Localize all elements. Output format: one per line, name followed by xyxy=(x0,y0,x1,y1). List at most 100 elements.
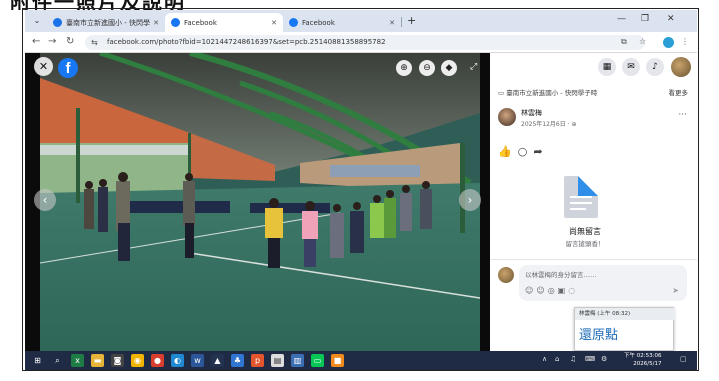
previous-photo-icon[interactable]: ‹ xyxy=(34,189,56,211)
back-icon[interactable]: ← xyxy=(32,36,40,47)
notification-center-icon[interactable]: ▢ xyxy=(680,355,687,363)
popup-message: 還原點 xyxy=(579,328,619,343)
new-tab-button[interactable]: + xyxy=(407,14,416,27)
panel-header: ▦ ✉ ♪ xyxy=(490,53,697,81)
tab-close-icon[interactable]: ✕ xyxy=(271,19,277,27)
facebook-logo-icon[interactable]: f xyxy=(58,58,78,78)
tray-chevron-icon[interactable]: ∧ xyxy=(542,355,547,363)
source-page-row: ▭ 臺南市立新進國小 - 快閃學子時 看更多 xyxy=(498,87,693,97)
minimize-icon[interactable]: — xyxy=(617,14,626,24)
globe-icon xyxy=(53,18,62,27)
camera-app-icon[interactable]: ◙ xyxy=(111,354,124,367)
browser-toolbar: ← → ↻ ⇆ facebook.com/photo?fbid=10214472… xyxy=(25,32,697,53)
restore-icon[interactable]: ❐ xyxy=(641,14,649,24)
drive-icon[interactable]: ▲ xyxy=(211,354,224,367)
clock-time: 下午 02:53:06 xyxy=(624,353,662,359)
gym-photo[interactable] xyxy=(40,53,480,351)
edge-icon[interactable]: ◐ xyxy=(171,354,184,367)
see-more-link[interactable]: 看更多 xyxy=(669,87,689,97)
comment-placeholder: 以林雲梅的身分留言…… xyxy=(525,271,597,279)
desktop-screen: ⌄ 臺南市立新進國小 - 快閃學子時 ✕ Facebook ✕ Facebook… xyxy=(25,10,697,370)
gif-icon[interactable]: ▣ xyxy=(558,286,569,295)
tab-facebook-active[interactable]: Facebook ✕ xyxy=(165,13,283,32)
file-explorer-icon[interactable]: ▬ xyxy=(91,354,104,367)
app-icon[interactable]: ♣ xyxy=(231,354,244,367)
app-orange-icon[interactable]: ■ xyxy=(331,354,344,367)
zoom-out-icon[interactable]: ⊖ xyxy=(419,60,435,76)
word-icon[interactable]: w xyxy=(191,354,204,367)
comment-input[interactable]: 以林雲梅的身分留言…… ☺☺◎▣◌ ➤ xyxy=(519,265,687,301)
next-photo-icon[interactable]: › xyxy=(459,189,481,211)
tab-search-icon[interactable]: ⌄ xyxy=(31,15,43,27)
bookmark-star-icon[interactable]: ☆ xyxy=(639,37,646,46)
tab-label: 臺南市立新進國小 - 快閃學子時 xyxy=(66,18,150,27)
empty-comments-icon xyxy=(564,176,598,218)
tab-label: Facebook xyxy=(302,18,335,27)
tab-school-page[interactable]: 臺南市立新進國小 - 快閃學子時 ✕ xyxy=(47,13,165,32)
share-icon[interactable]: ➦ xyxy=(533,145,548,158)
doc-line xyxy=(570,196,592,198)
photo-viewer: ✕ f ⊕ ⊖ ◆ ⤢ ‹ › xyxy=(25,53,490,351)
tab-close-icon[interactable]: ✕ xyxy=(389,19,395,27)
tag-icon[interactable]: ◆ xyxy=(441,60,457,76)
comment-icon[interactable]: ○ xyxy=(518,145,534,158)
viewer-right-edge xyxy=(480,53,490,351)
author-name[interactable]: 林雲梅 xyxy=(521,108,542,118)
notifications-bell-icon[interactable]: ♪ xyxy=(646,58,664,76)
tab-facebook[interactable]: Facebook ✕ xyxy=(283,13,401,32)
page-icon: ▭ xyxy=(498,89,507,97)
doc-line xyxy=(570,202,592,204)
send-icon[interactable]: ➤ xyxy=(672,286,679,295)
menu-kebab-icon[interactable]: ⋮ xyxy=(681,37,689,46)
post-date[interactable]: 2025年12月6日 · ⊕ xyxy=(521,119,576,128)
fullscreen-icon[interactable]: ⤢ xyxy=(470,62,477,72)
commenter-avatar xyxy=(498,267,514,283)
translate-icon[interactable]: ⧉ xyxy=(621,37,627,47)
emoji-icon[interactable]: ☺ xyxy=(536,286,547,295)
tab-close-icon[interactable]: ✕ xyxy=(153,19,159,27)
zoom-in-icon[interactable]: ⊕ xyxy=(396,60,412,76)
network-icon[interactable]: ⌂ xyxy=(555,355,559,363)
close-viewer-icon[interactable]: ✕ xyxy=(34,57,53,76)
facebook-icon xyxy=(289,18,298,27)
page-name[interactable]: 臺南市立新進國小 - 快閃學子時 xyxy=(506,89,597,97)
messenger-icon[interactable]: ✉ xyxy=(622,58,640,76)
search-icon[interactable]: ⌕ xyxy=(51,354,64,367)
sticker-icon[interactable]: ◌ xyxy=(568,286,578,295)
line-notification-popup[interactable]: 林雲梅 (上午 08:32) 還原點 xyxy=(574,307,675,351)
facebook-icon xyxy=(171,18,180,27)
tab-separator xyxy=(401,17,402,27)
settings-icon[interactable]: ⚙ xyxy=(601,355,607,363)
photo-scene xyxy=(40,53,480,351)
account-avatar[interactable] xyxy=(671,57,691,77)
popup-header: 林雲梅 (上午 08:32) xyxy=(575,308,675,320)
avatar-sticker-icon[interactable]: ☺ xyxy=(525,286,536,295)
profile-avatar[interactable] xyxy=(663,37,674,48)
windows-taskbar: ⊞ ⌕ x ▬ ◙ ◉ ● ◐ w ▲ ♣ p ▤ ▥ ▭ ■ ∧ ⌂ ♫ ⌨ … xyxy=(25,351,697,370)
url-text: facebook.com/photo?fbid=1021447248616397… xyxy=(107,38,386,46)
author-avatar[interactable] xyxy=(498,108,516,126)
taskbar-clock[interactable]: 下午 02:53:06 2026/5/17 xyxy=(624,352,661,368)
powerpoint-icon[interactable]: p xyxy=(251,354,264,367)
chrome-icon[interactable]: ◉ xyxy=(131,354,144,367)
volume-icon[interactable]: ♫ xyxy=(570,355,576,363)
forward-icon[interactable]: → xyxy=(48,36,56,47)
firefox-icon[interactable]: ● xyxy=(151,354,164,367)
clock-date: 2026/5/17 xyxy=(633,361,662,367)
address-bar[interactable]: ⇆ facebook.com/photo?fbid=10214472486163… xyxy=(85,35,645,50)
tab-label: Facebook xyxy=(184,18,217,27)
close-window-icon[interactable]: ✕ xyxy=(667,14,675,24)
site-info-icon[interactable]: ⇆ xyxy=(91,35,98,50)
start-icon[interactable]: ⊞ xyxy=(31,354,44,367)
notepad-icon[interactable]: ▤ xyxy=(271,354,284,367)
line-icon[interactable]: ▭ xyxy=(311,354,324,367)
camera-icon[interactable]: ◎ xyxy=(548,286,558,295)
reload-icon[interactable]: ↻ xyxy=(66,36,74,47)
like-icon[interactable]: 👍 xyxy=(498,145,518,158)
empty-comments-title: 尚無留言 xyxy=(569,227,601,236)
more-options-icon[interactable]: ··· xyxy=(678,110,687,120)
photos-icon[interactable]: ▥ xyxy=(291,354,304,367)
keyboard-icon[interactable]: ⌨ xyxy=(585,355,595,363)
excel-icon[interactable]: x xyxy=(71,354,84,367)
menu-grid-icon[interactable]: ▦ xyxy=(598,58,616,76)
